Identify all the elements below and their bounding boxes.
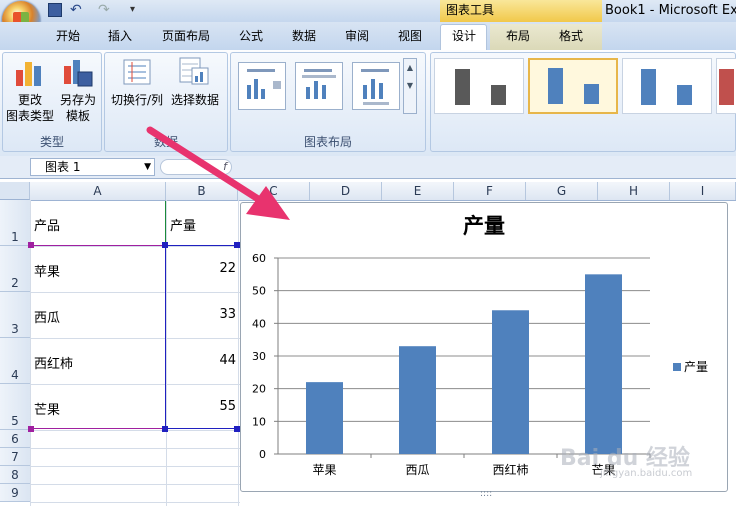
range-handle[interactable] (162, 242, 168, 248)
window-title: Book1 - Microsoft Ex (605, 3, 736, 18)
grid-line (30, 484, 240, 485)
scroll-down-icon[interactable]: ▼ (404, 77, 416, 95)
cell-a1[interactable]: 产品 (34, 215, 60, 234)
bar-3 (492, 310, 529, 454)
x-tick-label: 西瓜 (405, 463, 429, 477)
tab-design[interactable]: 设计 (445, 27, 483, 45)
chart-title[interactable]: 产量 (240, 210, 728, 240)
y-tick-label: 40 (252, 317, 266, 330)
row-header-8[interactable]: 8 (0, 466, 30, 484)
layout-2-icon (302, 69, 336, 99)
column-header-g[interactable]: G (526, 182, 598, 200)
layout-gallery-scroll[interactable]: ▲ ▼ (403, 58, 417, 114)
layout-2-thumbnail[interactable] (295, 62, 343, 110)
tab-formulas[interactable]: 公式 (233, 27, 269, 45)
save-as-template-button[interactable]: 另存为 模板 (54, 92, 102, 124)
value-range-highlight (165, 245, 238, 429)
column-header-i[interactable]: I (670, 182, 736, 200)
y-tick-label: 20 (252, 383, 266, 396)
layout-1-icon (247, 69, 281, 99)
row-header-7[interactable]: 7 (0, 448, 30, 466)
layout-3-icon (361, 69, 389, 105)
x-tick-label: 西红柿 (492, 462, 528, 477)
range-handle[interactable] (28, 426, 34, 432)
select-data-icon (179, 57, 209, 85)
x-tick-label: 苹果 (312, 463, 336, 477)
save-as-template-icon (64, 60, 93, 87)
annotation-arrow-icon (146, 126, 290, 220)
redo-icon[interactable]: ↷ (98, 3, 112, 17)
tab-home[interactable]: 开始 (50, 27, 86, 45)
bar-1 (306, 382, 343, 454)
column-header-h[interactable]: H (598, 182, 670, 200)
legend-label: 产量 (684, 360, 708, 374)
grid-line (30, 466, 240, 467)
column-header-d[interactable]: D (310, 182, 382, 200)
grid-line (30, 502, 240, 503)
y-tick-label: 10 (252, 415, 266, 428)
column-header-e[interactable]: E (382, 182, 454, 200)
save-icon[interactable] (48, 3, 62, 17)
style-2-icon (548, 68, 599, 104)
range-handle[interactable] (28, 242, 34, 248)
row-header-5[interactable]: 5 (0, 384, 30, 430)
select-data-button[interactable]: 选择数据 (167, 92, 223, 108)
tab-insert[interactable]: 插入 (102, 27, 138, 45)
switch-row-column-button[interactable]: 切换行/列 (108, 92, 166, 108)
change-chart-type-button[interactable]: 更改 图表类型 (4, 92, 56, 124)
tab-data[interactable]: 数据 (286, 27, 322, 45)
row-header-4[interactable]: 4 (0, 338, 30, 384)
name-box[interactable]: 图表 1 ▼ (30, 158, 155, 176)
row-header-1[interactable]: 1 (0, 200, 30, 246)
watermark-url: jingyan.baidu.com (600, 468, 693, 479)
range-handle[interactable] (162, 426, 168, 432)
row-header-2[interactable]: 2 (0, 246, 30, 292)
chart-style-1[interactable] (434, 58, 524, 114)
scroll-up-icon[interactable]: ▲ (404, 59, 416, 77)
y-tick-label: 30 (252, 350, 266, 363)
y-tick-label: 50 (252, 285, 266, 298)
select-all-corner[interactable] (0, 182, 30, 200)
undo-icon[interactable]: ↶ (70, 3, 84, 17)
tab-review[interactable]: 审阅 (339, 27, 375, 45)
bar-2 (399, 346, 436, 454)
switch-row-column-icon (123, 59, 151, 85)
grid-line (30, 448, 240, 449)
row-header-3[interactable]: 3 (0, 292, 30, 338)
style-1-icon (455, 69, 506, 105)
tab-format[interactable]: 格式 (553, 27, 589, 45)
y-tick-label: 0 (259, 448, 266, 461)
name-box-value: 图表 1 (45, 160, 81, 174)
tab-page-layout[interactable]: 页面布局 (156, 27, 216, 45)
layout-1-thumbnail[interactable] (238, 62, 286, 110)
category-range-highlight (31, 245, 166, 429)
tab-layout[interactable]: 布局 (500, 27, 536, 45)
y-tick-label: 60 (252, 252, 266, 265)
type-group-label: 类型 (39, 135, 64, 149)
change-chart-type-icon (16, 62, 41, 86)
row-header-9[interactable]: 9 (0, 484, 30, 502)
chart-style-3[interactable] (622, 58, 712, 114)
bar-4 (585, 274, 622, 454)
chart-style-4[interactable] (716, 58, 736, 114)
resize-handle-bottom[interactable]: :::: (480, 489, 492, 499)
chart-tools-context-label: 图表工具 (440, 0, 602, 22)
chart-style-2-selected[interactable] (528, 58, 618, 114)
style-4-icon (719, 69, 734, 105)
grid-line (30, 430, 240, 431)
row-header-6[interactable]: 6 (0, 430, 30, 448)
layout-3-thumbnail[interactable] (352, 62, 400, 110)
tab-view[interactable]: 视图 (392, 27, 428, 45)
customize-qat-icon[interactable]: ▾ (130, 3, 144, 17)
column-header-f[interactable]: F (454, 182, 526, 200)
legend-swatch (673, 363, 681, 371)
style-3-icon (641, 69, 692, 105)
